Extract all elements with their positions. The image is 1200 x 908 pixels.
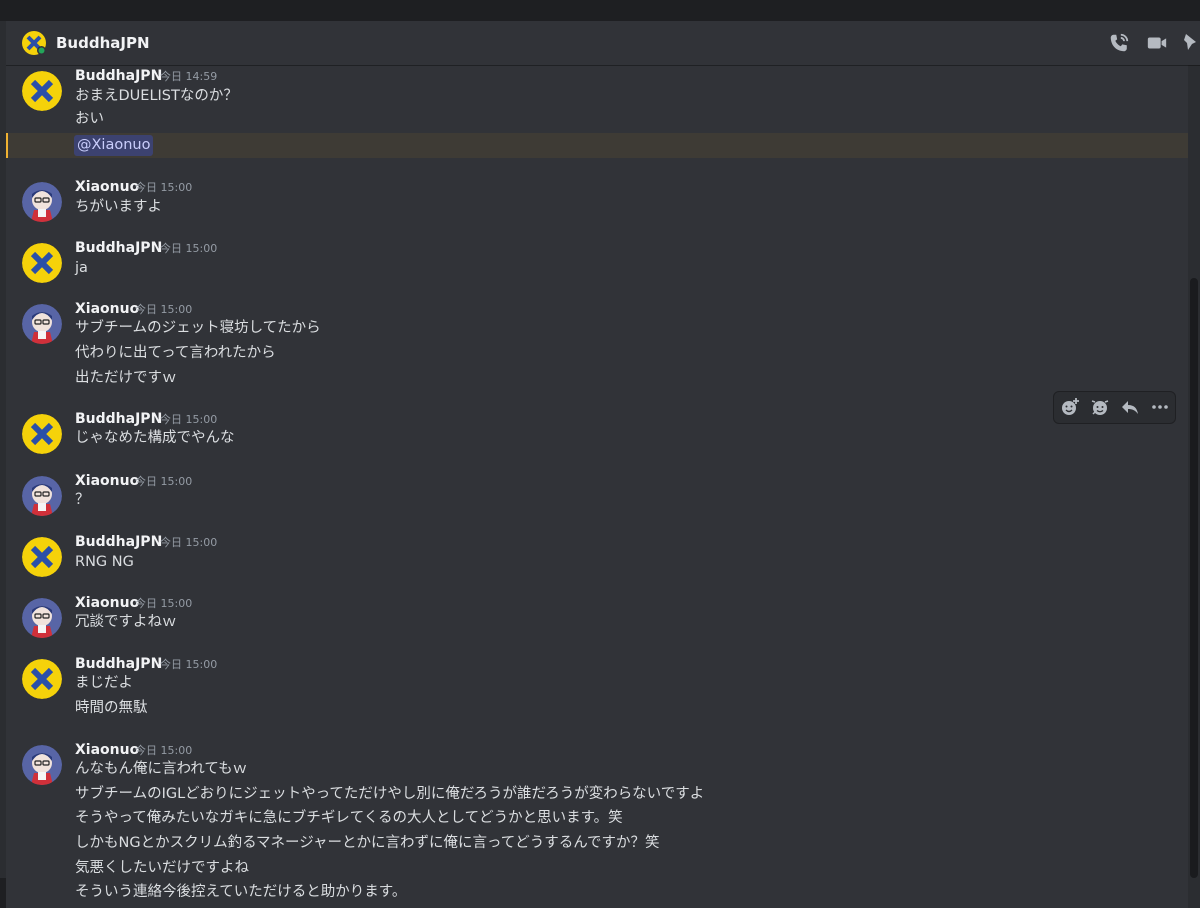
pin-icon[interactable] <box>1182 32 1198 54</box>
add-reaction-icon[interactable] <box>1060 397 1080 417</box>
super-reaction-icon[interactable] <box>1090 397 1110 417</box>
message-text: RNG NG <box>75 554 134 570</box>
author-name[interactable]: Xiaonuo <box>75 300 139 318</box>
message-text: ？ <box>75 492 90 508</box>
header-avatar[interactable] <box>22 31 46 55</box>
window-top-bar <box>0 0 1200 21</box>
author-name[interactable]: Xiaonuo <box>75 178 139 196</box>
phone-call-icon[interactable] <box>1108 32 1130 54</box>
mention-message-row[interactable]: @Xiaonuo <box>6 133 1188 158</box>
buddhajpn-avatar[interactable] <box>22 71 62 111</box>
message-text: サブチームのIGLどおりにジェットやってただけやし別に俺だろうが誰だろうが変わら… <box>75 786 705 802</box>
message-text: 気悪くしたいだけですよね <box>75 860 249 876</box>
xiaonuo-avatar[interactable] <box>22 598 62 638</box>
timestamp: 今日 15:00 <box>135 744 193 757</box>
timestamp: 今日 15:00 <box>135 597 193 610</box>
dm-header: BuddhaJPN <box>6 21 1200 65</box>
message-text: ちがいますよ <box>75 199 162 215</box>
author-name[interactable]: Xiaonuo <box>75 594 139 612</box>
left-edge-bottom <box>0 878 6 908</box>
xiaonuo-avatar[interactable] <box>22 182 62 222</box>
timestamp: 今日 15:00 <box>160 536 218 549</box>
message-text: ja <box>75 260 88 276</box>
message-text: しかもNGとかスクリム釣るマネージャーとかに言わずに俺に言ってどうするんですか？… <box>75 835 660 851</box>
author-name[interactable]: BuddhaJPN <box>75 67 162 85</box>
scrollbar-thumb[interactable] <box>1190 278 1198 878</box>
timestamp: 今日 15:00 <box>160 658 218 671</box>
buddhajpn-avatar[interactable] <box>22 659 62 699</box>
message-text: おい <box>75 111 104 127</box>
video-camera-icon[interactable] <box>1146 32 1168 54</box>
author-name[interactable]: BuddhaJPN <box>75 410 162 428</box>
timestamp: 今日 15:00 <box>160 242 218 255</box>
user-mention[interactable]: @Xiaonuo <box>74 135 154 156</box>
buddhajpn-avatar[interactable] <box>22 414 62 454</box>
buddhajpn-avatar[interactable] <box>22 243 62 283</box>
message-text: おまえDUELISTなのか？ <box>75 88 238 104</box>
message-text: まじだよ <box>75 675 133 691</box>
more-options-icon[interactable] <box>1150 397 1170 417</box>
reply-icon[interactable] <box>1120 397 1140 417</box>
timestamp: 今日 14:59 <box>160 70 218 83</box>
message-text: そういう連絡今後控えていただけると助かります。 <box>75 884 407 900</box>
message-text: そうやって俺みたいなガキに急にブチギレてくるの大人としてどうかと思います。笑 <box>75 810 623 826</box>
timestamp: 今日 15:00 <box>135 303 193 316</box>
message-text: 冗談ですよねｗ <box>75 614 177 630</box>
author-name[interactable]: Xiaonuo <box>75 741 139 759</box>
message-text: じゃなめた構成でやんな <box>75 430 235 446</box>
buddhajpn-avatar[interactable] <box>22 537 62 577</box>
xiaonuo-avatar[interactable] <box>22 745 62 785</box>
message-hover-toolbar <box>1053 391 1176 424</box>
xiaonuo-avatar[interactable] <box>22 476 62 516</box>
message-text: 代わりに出てって言われたから <box>75 345 276 361</box>
xiaonuo-avatar[interactable] <box>22 304 62 344</box>
mention-indicator <box>6 133 8 158</box>
message-text: 出ただけですｗ <box>75 370 177 386</box>
timestamp: 今日 15:00 <box>135 181 193 194</box>
message-text: んなもん俺に言われてもｗ <box>75 761 248 777</box>
timestamp: 今日 15:00 <box>160 413 218 426</box>
timestamp: 今日 15:00 <box>135 475 193 488</box>
author-name[interactable]: BuddhaJPN <box>75 655 162 673</box>
dm-title[interactable]: BuddhaJPN <box>56 34 150 52</box>
author-name[interactable]: Xiaonuo <box>75 472 139 490</box>
author-name[interactable]: BuddhaJPN <box>75 533 162 551</box>
author-name[interactable]: BuddhaJPN <box>75 239 162 257</box>
message-text: サブチームのジェット寝坊してたから <box>75 320 321 336</box>
message-text: 時間の無駄 <box>75 700 148 716</box>
